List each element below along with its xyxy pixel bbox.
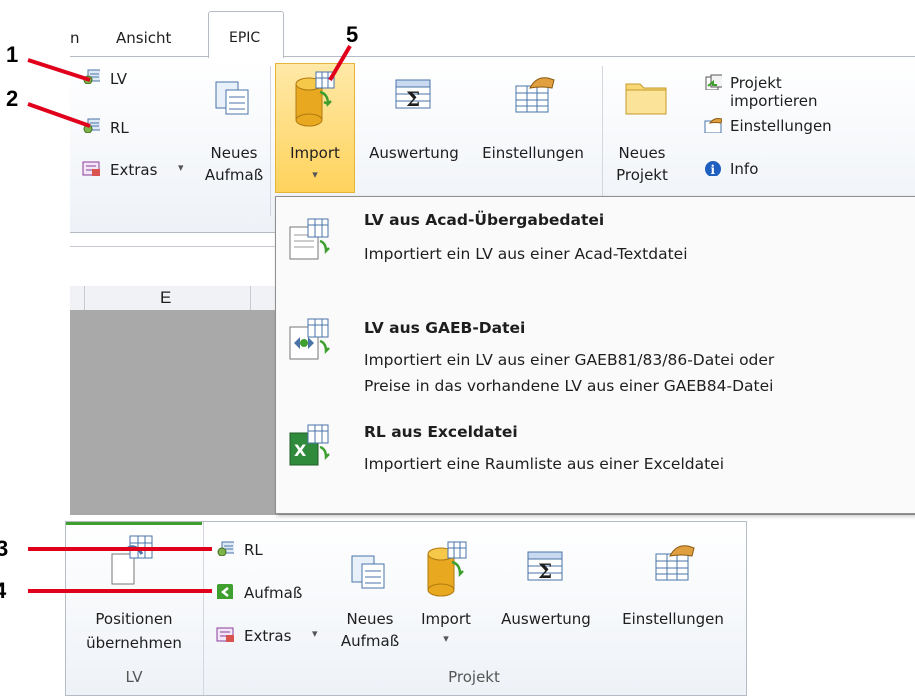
callout-2: 2 (6, 86, 19, 111)
callout-1: 1 (6, 42, 19, 67)
callout-4: 4 (0, 578, 7, 603)
callout-5: 5 (346, 22, 359, 47)
callout-lines (27, 44, 352, 593)
callout-1-line (27, 58, 91, 82)
callout-2-line (27, 102, 91, 128)
callout-5-line (328, 44, 352, 82)
callout-3: 3 (0, 536, 9, 561)
